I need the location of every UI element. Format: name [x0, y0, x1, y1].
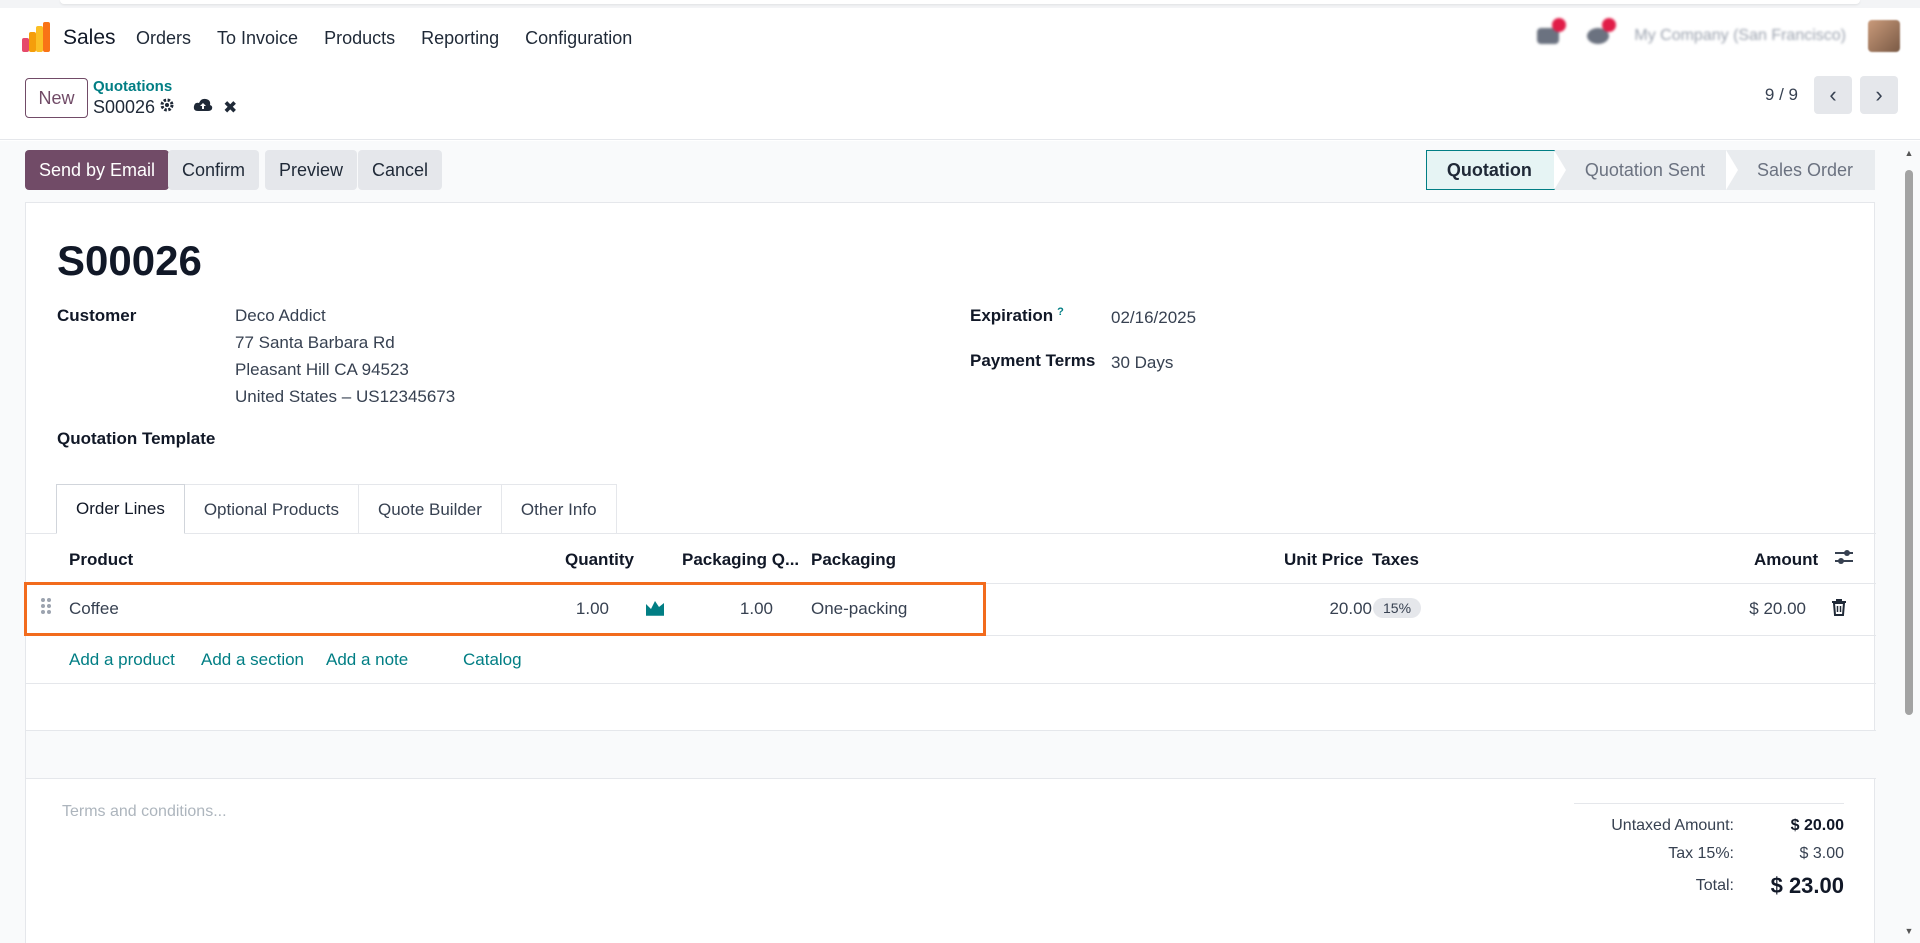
customer-name[interactable]: Deco Addict	[235, 302, 326, 329]
tab-order-lines[interactable]: Order Lines	[56, 484, 185, 534]
company-switcher[interactable]: My Company (San Francisco)	[1634, 27, 1846, 45]
help-tooltip-icon[interactable]: ?	[1057, 306, 1064, 318]
app-name[interactable]: Sales	[63, 26, 116, 50]
pager: 9 / 9 ‹ ›	[1765, 76, 1898, 114]
tax-value: $ 3.00	[1799, 845, 1844, 862]
gear-icon[interactable]	[159, 97, 175, 118]
activity-clock-icon[interactable]	[1584, 18, 1617, 50]
discard-x-icon[interactable]: ✖	[223, 98, 237, 118]
confirm-button[interactable]: Confirm	[168, 150, 260, 190]
nav-item-orders[interactable]: Orders	[136, 28, 191, 49]
cell-packaging[interactable]: One-packing	[811, 599, 907, 619]
send-by-email-button[interactable]: Send by Email	[25, 150, 170, 190]
terms-and-conditions-field[interactable]: Terms and conditions...	[62, 803, 227, 821]
cell-packaging-qty[interactable]: 1.00	[723, 599, 773, 619]
scroll-up-arrow-icon[interactable]: ▲	[1903, 148, 1915, 160]
breadcrumb-quotations[interactable]: Quotations	[93, 78, 172, 95]
totals-summary: Untaxed Amount: $ 20.00 Tax 15%: $ 3.00 …	[1574, 803, 1844, 900]
pager-previous-button[interactable]: ‹	[1814, 76, 1852, 114]
chevron-right-icon: ›	[1875, 82, 1883, 107]
record-name: S00026	[93, 97, 156, 117]
vertical-scrollbar[interactable]: ▲ ▼	[1903, 148, 1915, 938]
payment-terms-field[interactable]: 30 Days	[1111, 349, 1173, 376]
notebook-tabs: Order Lines Optional Products Quote Buil…	[56, 484, 617, 534]
total-value: $ 23.00	[1770, 873, 1844, 898]
user-avatar[interactable]	[1868, 20, 1900, 52]
tax-badge[interactable]: 15%	[1373, 598, 1422, 618]
scroll-down-arrow-icon[interactable]: ▼	[1903, 926, 1915, 938]
customer-label: Customer	[57, 306, 137, 325]
main-navbar: Sales Orders To Invoice Products Reporti…	[0, 8, 1920, 68]
status-step-quotation[interactable]: Quotation	[1425, 150, 1555, 190]
optional-columns-icon[interactable]	[1834, 548, 1854, 571]
column-packaging[interactable]: Packaging	[811, 550, 896, 570]
nav-item-configuration[interactable]: Configuration	[525, 28, 632, 49]
customer-address-line1: 77 Santa Barbara Rd	[235, 333, 395, 352]
status-step-sales-order[interactable]: Sales Order	[1725, 150, 1875, 190]
systray: My Company (San Francisco)	[1534, 18, 1900, 52]
scrollbar-thumb[interactable]	[1905, 170, 1913, 715]
table-row[interactable]: Coffee 1.00 1.00 One-packing 20.00 15% $…	[24, 582, 1876, 636]
cell-amount: $ 20.00	[1749, 599, 1806, 618]
catalog-link[interactable]: Catalog	[463, 650, 522, 670]
tab-optional-products[interactable]: Optional Products	[183, 484, 359, 534]
pager-next-button[interactable]: ›	[1860, 76, 1898, 114]
preview-button[interactable]: Preview	[265, 150, 358, 190]
breadcrumb-current: S00026 ✖	[93, 97, 237, 118]
browser-top-strip	[0, 0, 1920, 8]
sales-app-icon[interactable]	[22, 22, 52, 52]
customer-address-line2: Pleasant Hill CA 94523	[235, 360, 409, 379]
column-unit-price[interactable]: Unit Price	[1284, 550, 1363, 570]
cancel-button[interactable]: Cancel	[358, 150, 443, 190]
add-line-links: Add a product Add a section Add a note C…	[26, 636, 1876, 684]
status-steps: Quotation Quotation Sent Sales Order	[1425, 150, 1875, 190]
empty-row	[26, 731, 1876, 779]
total-row: Total: $ 23.00	[1574, 872, 1844, 900]
empty-row	[26, 684, 1876, 731]
nav-item-to-invoice[interactable]: To Invoice	[217, 28, 298, 49]
add-product-link[interactable]: Add a product	[69, 650, 175, 670]
control-panel: New Quotations S00026 ✖ 9 / 9 ‹ ›	[0, 68, 1920, 140]
payment-terms-label: Payment Terms	[970, 351, 1096, 370]
nav-item-reporting[interactable]: Reporting	[421, 28, 499, 49]
cell-unit-price[interactable]: 20.00	[1286, 599, 1372, 619]
untaxed-amount-row: Untaxed Amount: $ 20.00	[1574, 812, 1844, 840]
quotation-template-label: Quotation Template	[57, 429, 216, 448]
untaxed-amount-value: $ 20.00	[1790, 817, 1844, 834]
expiration-label: Expiration?	[970, 306, 1064, 325]
chevron-left-icon: ‹	[1829, 82, 1837, 107]
pager-value[interactable]: 9 / 9	[1765, 85, 1798, 105]
tax-label: Tax 15%:	[1668, 845, 1734, 862]
nav-item-products[interactable]: Products	[324, 28, 395, 49]
add-note-link[interactable]: Add a note	[326, 650, 408, 670]
customer-address-line3: United States – US12345673	[235, 387, 456, 406]
nav-menu: Orders To Invoice Products Reporting Con…	[136, 28, 632, 49]
add-section-link[interactable]: Add a section	[201, 650, 304, 670]
cell-product[interactable]: Coffee	[69, 599, 119, 619]
drag-handle-icon[interactable]	[40, 596, 52, 621]
messaging-icon[interactable]	[1534, 18, 1567, 50]
cell-quantity[interactable]: 1.00	[559, 599, 609, 619]
tab-quote-builder[interactable]: Quote Builder	[357, 484, 502, 534]
untaxed-amount-label: Untaxed Amount:	[1611, 817, 1734, 834]
column-taxes[interactable]: Taxes	[1372, 550, 1419, 570]
column-product[interactable]: Product	[69, 550, 133, 570]
total-label: Total:	[1695, 877, 1734, 894]
tax-row: Tax 15%: $ 3.00	[1574, 840, 1844, 868]
trash-icon[interactable]	[1831, 598, 1847, 621]
forecast-chart-icon[interactable]	[645, 598, 665, 621]
form-sheet: S00026 Customer Deco Addict 77 Santa Bar…	[24, 202, 1876, 943]
status-step-quotation-sent[interactable]: Quotation Sent	[1553, 150, 1727, 190]
page-title: S00026	[57, 237, 202, 284]
cloud-upload-icon[interactable]	[193, 97, 213, 118]
expiration-field[interactable]: 02/16/2025	[1111, 304, 1196, 331]
column-amount[interactable]: Amount	[1754, 550, 1818, 570]
new-button[interactable]: New	[25, 78, 88, 118]
form-statusbar: Send by Email Confirm Preview Cancel Quo…	[25, 150, 1875, 190]
column-quantity[interactable]: Quantity	[565, 550, 634, 570]
order-lines-header: Product Quantity Packaging Q... Packagin…	[26, 534, 1876, 584]
tab-other-info[interactable]: Other Info	[500, 484, 617, 534]
column-packaging-qty[interactable]: Packaging Q...	[682, 550, 799, 570]
